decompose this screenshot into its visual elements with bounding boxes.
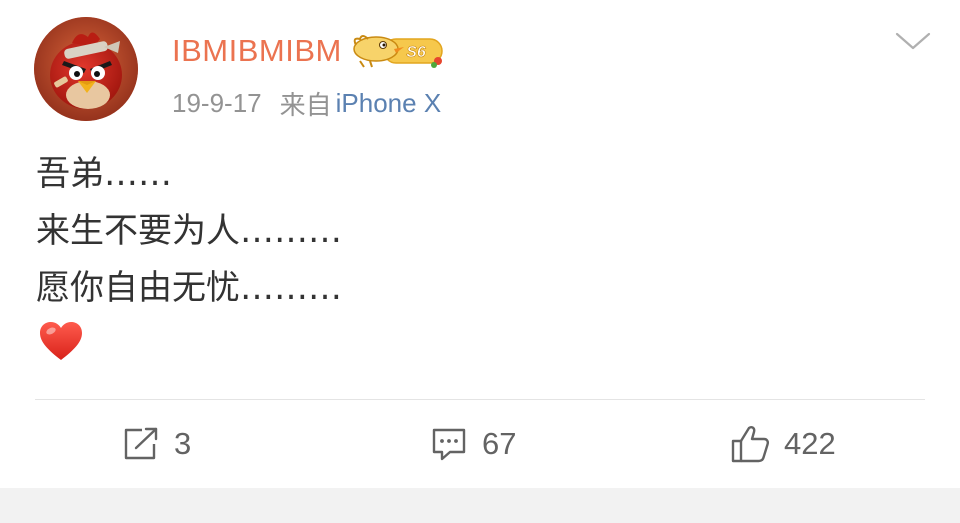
like-count: 422 (784, 426, 836, 461)
angry-bird-avatar-icon (34, 17, 138, 121)
member-level-badge-icon[interactable]: S6 (350, 31, 446, 71)
post-meta: 19-9-17 来自 iPhone X (172, 84, 441, 122)
post-text-line: 愿你自由无忧……… (36, 268, 342, 308)
comment-count: 67 (482, 426, 517, 461)
heart-emoji-icon (40, 322, 82, 360)
post-text-line: 来生不要为人……… (36, 211, 342, 251)
repost-button[interactable]: 3 (122, 422, 191, 466)
weibo-post-card: IBMIBMIBM S6 19-9-17 来自 iPhone X 吾弟…… 来生… (0, 0, 960, 488)
author-row: IBMIBMIBM S6 (172, 28, 446, 74)
source-prefix: 来自 (279, 90, 332, 121)
chevron-down-icon[interactable] (893, 28, 933, 54)
comment-button[interactable]: 67 (430, 422, 516, 466)
comment-icon (432, 428, 466, 461)
badge-level-text: S6 (406, 44, 426, 61)
post-content: 吾弟…… 来生不要为人……… 愿你自由无忧……… (36, 146, 916, 317)
repost-count: 3 (174, 426, 192, 461)
thumbs-up-icon (731, 426, 769, 463)
like-button[interactable]: 422 (730, 422, 836, 466)
share-icon (124, 427, 158, 460)
post-time: 19-9-17 (172, 87, 262, 118)
action-bar: 3 67 422 (0, 400, 960, 488)
author-name[interactable]: IBMIBMIBM (172, 33, 342, 69)
feed-separator (0, 488, 960, 523)
post-text-line: 吾弟…… (36, 154, 172, 194)
post-source-link[interactable]: iPhone X (336, 88, 442, 119)
avatar[interactable] (34, 17, 138, 121)
